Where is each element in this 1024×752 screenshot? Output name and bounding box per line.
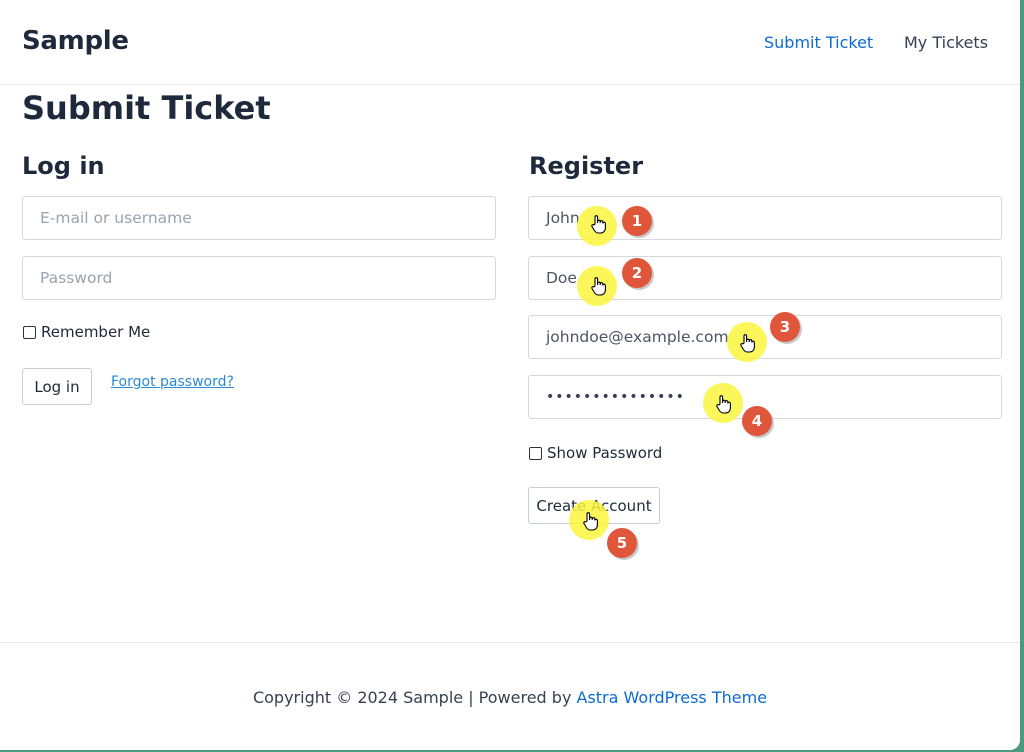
footer-divider <box>0 642 1020 643</box>
hand-cursor-icon <box>591 277 606 296</box>
hand-cursor-icon <box>591 215 606 234</box>
password-mask: ••••••••••••••• <box>546 389 685 405</box>
page-title: Submit Ticket <box>22 89 271 127</box>
step-badge: 4 <box>742 406 772 436</box>
login-password-input[interactable]: Password <box>22 256 496 300</box>
username-input[interactable]: E-mail or username <box>22 196 496 240</box>
site-header: Sample Submit Ticket My Tickets <box>0 0 1020 85</box>
show-password-label[interactable]: Show Password <box>547 444 662 462</box>
page: Sample Submit Ticket My Tickets Submit T… <box>0 0 1020 750</box>
nav-submit-ticket[interactable]: Submit Ticket <box>764 33 873 52</box>
step-badge: 5 <box>607 528 637 558</box>
password-placeholder: Password <box>40 269 113 287</box>
hand-cursor-icon <box>740 334 755 353</box>
remember-me-row: Remember Me <box>23 323 150 341</box>
email-value: johndoe@example.com <box>546 328 729 346</box>
theme-link[interactable]: Astra WordPress Theme <box>577 688 768 707</box>
hand-cursor-icon <box>583 512 598 531</box>
site-footer: Copyright © 2024 Sample | Powered by Ast… <box>0 688 1020 707</box>
register-heading: Register <box>529 152 644 180</box>
hand-cursor-icon <box>716 395 731 414</box>
first-name-value: John <box>546 209 580 227</box>
show-password-checkbox[interactable] <box>529 446 542 460</box>
login-heading: Log in <box>22 152 105 180</box>
forgot-password-link[interactable]: Forgot password? <box>111 374 234 390</box>
login-button[interactable]: Log in <box>22 368 92 405</box>
remember-me-checkbox[interactable] <box>23 325 36 339</box>
username-placeholder: E-mail or username <box>40 209 192 227</box>
step-badge: 1 <box>622 206 652 236</box>
last-name-value: Doe <box>546 269 577 287</box>
step-badge: 2 <box>622 258 652 288</box>
nav-my-tickets[interactable]: My Tickets <box>904 33 988 52</box>
step-badge: 3 <box>770 312 800 342</box>
copyright-text: Copyright © 2024 Sample | Powered by <box>252 688 577 707</box>
remember-me-label[interactable]: Remember Me <box>41 323 150 341</box>
site-title[interactable]: Sample <box>22 26 129 56</box>
show-password-row: Show Password <box>529 444 662 462</box>
